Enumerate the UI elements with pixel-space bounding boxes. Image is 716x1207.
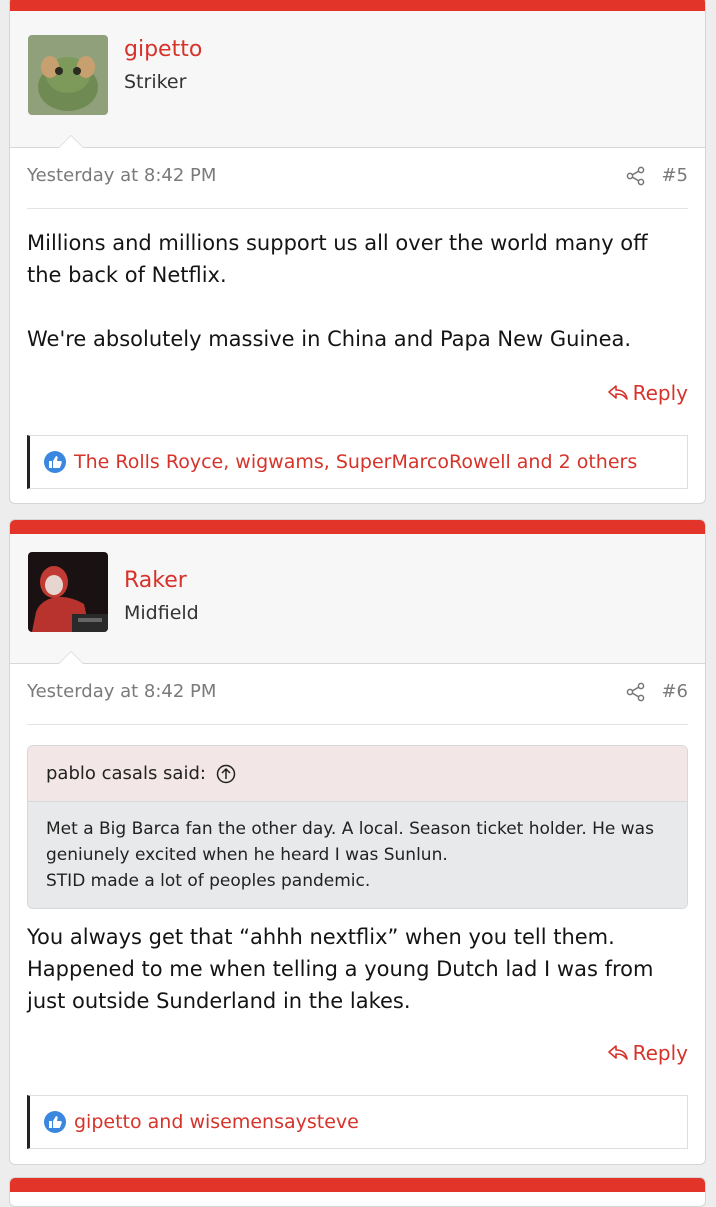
reply-button[interactable]: Reply xyxy=(607,1041,688,1065)
quote-header[interactable]: pablo casals said: xyxy=(28,746,687,802)
arrow-up-circle-icon[interactable] xyxy=(216,764,236,784)
reply-icon xyxy=(607,385,628,400)
post-paragraph: You always get that “ahhh nextflix” when… xyxy=(27,925,654,1013)
post-content: You always get that “ahhh nextflix” when… xyxy=(10,909,705,1017)
avatar[interactable] xyxy=(28,35,108,115)
next-post xyxy=(9,1177,706,1207)
user-title: Striker xyxy=(124,71,187,93)
post-meta: Yesterday at 8:42 PM #5 xyxy=(27,148,688,209)
likes-bar[interactable]: gipetto and wisemensaysteve xyxy=(27,1095,688,1149)
post-paragraph: We're absolutely massive in China and Pa… xyxy=(27,327,632,351)
quote-line: Met a Big Barca fan the other day. A loc… xyxy=(46,819,654,865)
reply-label: Reply xyxy=(632,381,688,405)
actions-row: Reply xyxy=(10,381,705,435)
reply-label: Reply xyxy=(632,1041,688,1065)
post-header-bar xyxy=(10,0,705,11)
quote-author: pablo casals said: xyxy=(46,763,206,784)
thumbs-up-icon xyxy=(44,1111,66,1133)
reply-button[interactable]: Reply xyxy=(607,381,688,405)
post-5: gipetto Striker Yesterday at 8:42 PM #5 … xyxy=(9,0,706,504)
share-icon[interactable] xyxy=(626,682,646,702)
quote-body: Met a Big Barca fan the other day. A loc… xyxy=(28,802,687,908)
likes-text[interactable]: The Rolls Royce, wigwams, SuperMarcoRowe… xyxy=(74,451,637,473)
thumbs-up-icon xyxy=(44,451,66,473)
message-pointer xyxy=(58,651,84,664)
actions-row: Reply xyxy=(10,1041,705,1095)
user-title: Midfield xyxy=(124,602,199,624)
post-paragraph: Millions and millions support us all ove… xyxy=(27,231,648,287)
post-date[interactable]: Yesterday at 8:42 PM xyxy=(27,165,216,186)
user-info: Raker Midfield xyxy=(10,534,705,664)
post-header-bar xyxy=(10,520,705,534)
user-info: gipetto Striker xyxy=(10,11,705,148)
post-date[interactable]: Yesterday at 8:42 PM xyxy=(27,681,216,702)
post-meta: Yesterday at 8:42 PM #6 xyxy=(27,664,688,725)
username[interactable]: gipetto xyxy=(124,37,202,62)
post-header-bar xyxy=(10,1178,705,1192)
avatar[interactable] xyxy=(28,552,108,632)
reply-icon xyxy=(607,1045,628,1060)
message-pointer xyxy=(58,135,84,148)
quote-line: STID made a lot of peoples pandemic. xyxy=(46,871,371,891)
post-content: Millions and millions support us all ove… xyxy=(10,209,705,355)
likes-text[interactable]: gipetto and wisemensaysteve xyxy=(74,1111,359,1133)
username[interactable]: Raker xyxy=(124,568,187,593)
post-number[interactable]: #5 xyxy=(661,165,688,186)
post-number[interactable]: #6 xyxy=(661,681,688,702)
share-icon[interactable] xyxy=(626,166,646,186)
likes-bar[interactable]: The Rolls Royce, wigwams, SuperMarcoRowe… xyxy=(27,435,688,489)
quote-block: pablo casals said: Met a Big Barca fan t… xyxy=(27,745,688,909)
post-6: Raker Midfield Yesterday at 8:42 PM #6 p… xyxy=(9,519,706,1165)
